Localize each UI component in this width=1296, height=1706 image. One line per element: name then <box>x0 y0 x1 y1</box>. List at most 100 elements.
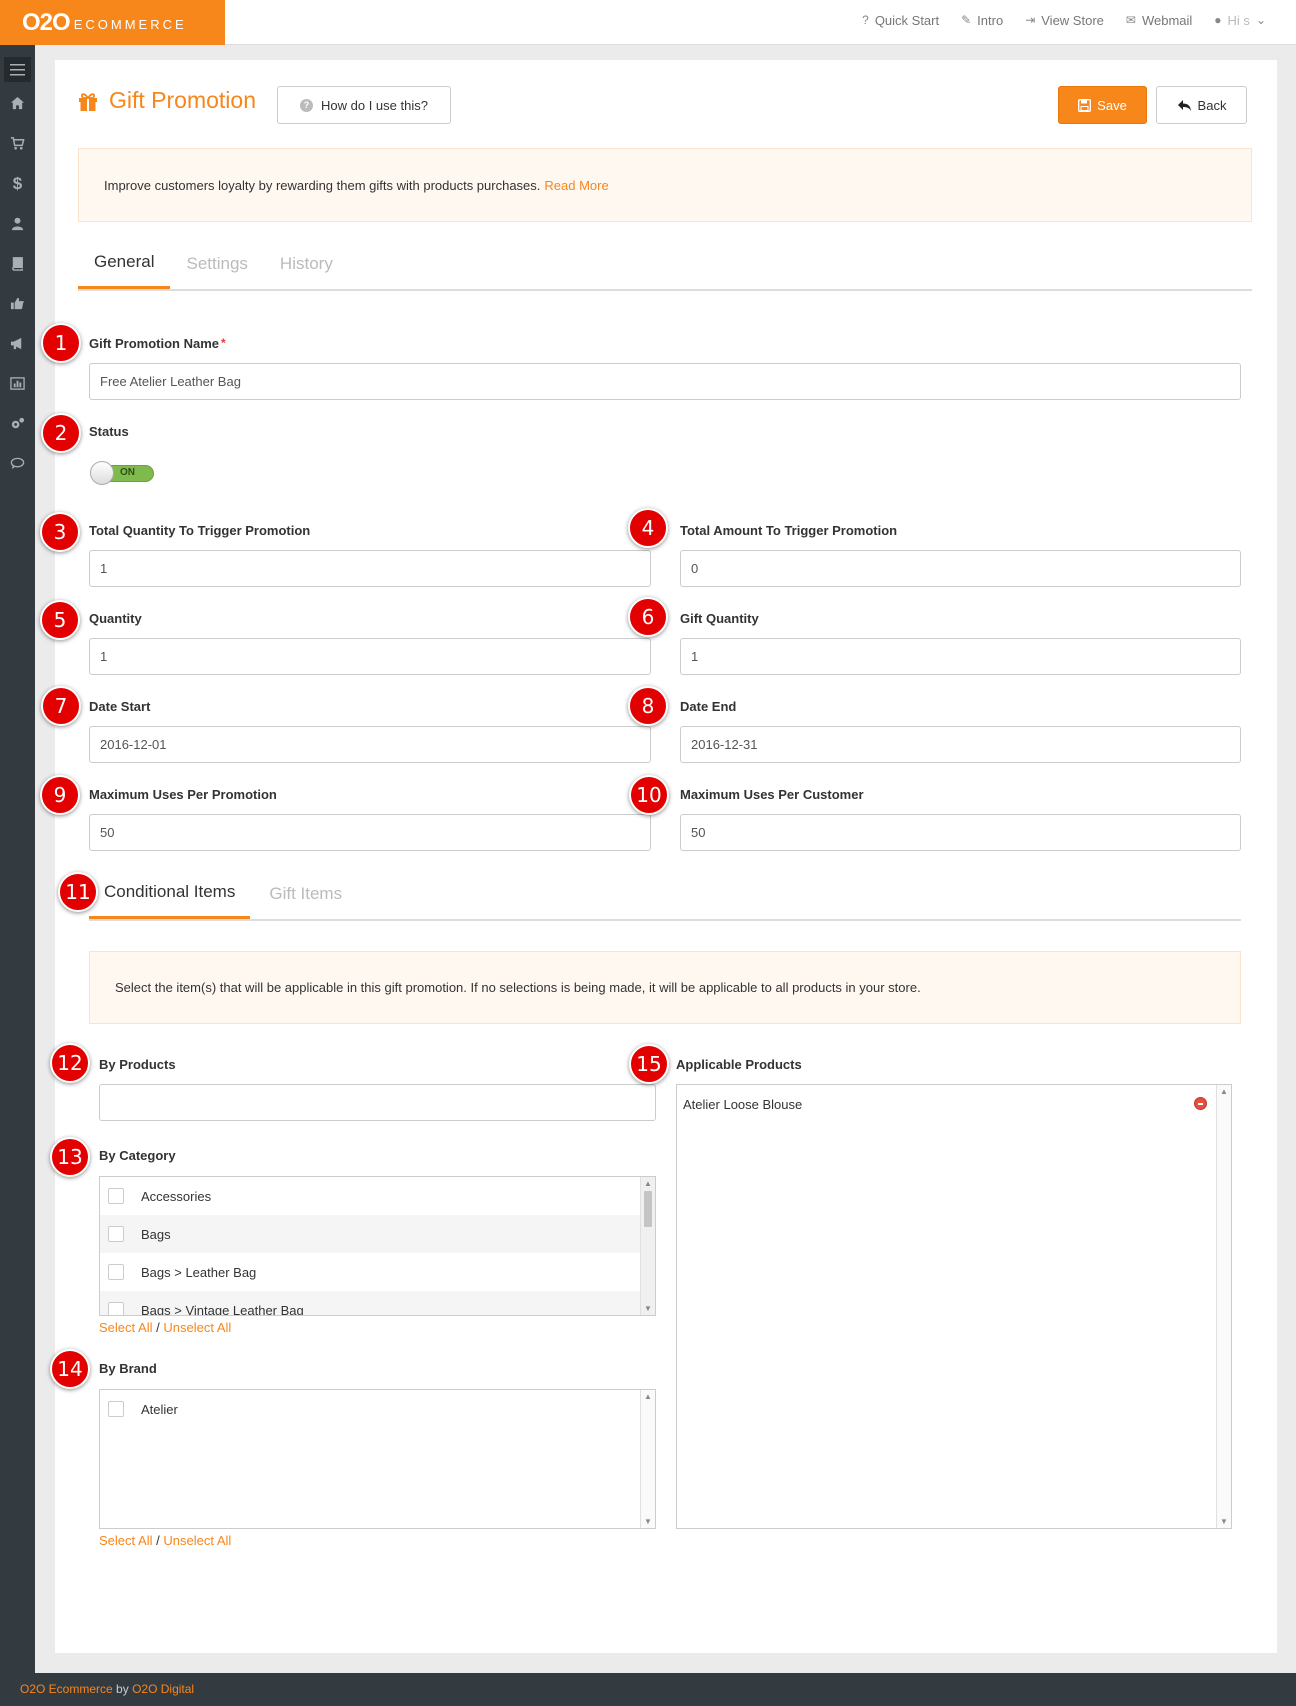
category-item[interactable]: Bags > Vintage Leather Bag <box>100 1291 655 1315</box>
brand-select-all-link[interactable]: Select All <box>99 1533 152 1548</box>
book-icon[interactable] <box>0 256 35 275</box>
hamburger-icon <box>10 63 25 75</box>
by-products-input[interactable] <box>99 1084 656 1121</box>
bar-chart-icon[interactable] <box>0 376 35 395</box>
save-button[interactable]: Save <box>1058 86 1147 124</box>
checkbox[interactable] <box>108 1226 124 1242</box>
category-unselect-all-link[interactable]: Unselect All <box>163 1320 231 1335</box>
applicable-products-list[interactable]: Atelier Loose Blouse ▲ ▼ <box>676 1084 1232 1529</box>
step-badge: 13 <box>50 1137 90 1177</box>
quantity-input[interactable]: 1 <box>89 638 651 675</box>
thumbs-up-icon[interactable] <box>0 296 35 315</box>
date-end-input[interactable]: 2016-12-31 <box>680 726 1241 763</box>
question-icon: ? <box>862 13 869 27</box>
category-label: Bags > Leather Bag <box>141 1264 257 1280</box>
bullhorn-icon[interactable] <box>0 336 35 355</box>
checkbox[interactable] <box>108 1264 124 1280</box>
intro-link[interactable]: ✎ Intro <box>961 13 1003 28</box>
help-button[interactable]: ? How do I use this? <box>277 86 451 124</box>
max-uses-customer-label: Maximum Uses Per Customer <box>680 787 864 802</box>
applicable-products-label: Applicable Products <box>676 1057 802 1072</box>
tab-gift-items[interactable]: Gift Items <box>250 868 361 919</box>
cart-icon[interactable] <box>0 136 35 155</box>
total-amount-input[interactable]: 0 <box>680 550 1241 587</box>
by-category-label: By Category <box>99 1148 176 1163</box>
help-button-label: How do I use this? <box>321 97 428 113</box>
total-quantity-input[interactable]: 1 <box>89 550 651 587</box>
scroll-up-icon[interactable]: ▲ <box>644 1392 652 1401</box>
toggle-state-label: ON <box>120 467 135 478</box>
main-tabs: General Settings History <box>78 238 1252 291</box>
top-nav: ? Quick Start ✎ Intro ⇥ View Store ✉ Web… <box>862 0 1266 40</box>
tab-history[interactable]: History <box>264 238 349 289</box>
logo-brand: O2O <box>22 8 71 36</box>
gift-promotion-name-label: Gift Promotion Name * <box>89 336 226 351</box>
step-badge: 15 <box>629 1044 669 1084</box>
category-item[interactable]: Bags > Leather Bag <box>100 1253 655 1291</box>
category-item[interactable]: Accessories <box>100 1177 655 1215</box>
view-store-link[interactable]: ⇥ View Store <box>1025 13 1104 28</box>
category-list[interactable]: Accessories Bags Bags > Leather Bag Bags… <box>99 1176 656 1316</box>
top-bar: O2O ECOMMERCE ? Quick Start ✎ Intro ⇥ Vi… <box>0 0 1296 45</box>
webmail-link[interactable]: ✉ Webmail <box>1126 13 1192 28</box>
applicable-scrollbar[interactable]: ▲ ▼ <box>1216 1085 1231 1528</box>
scroll-up-icon[interactable]: ▲ <box>1220 1087 1228 1096</box>
app-logo[interactable]: O2O ECOMMERCE <box>0 0 225 45</box>
view-store-label: View Store <box>1041 12 1104 28</box>
step-badge: 6 <box>628 597 668 637</box>
status-toggle[interactable]: ON <box>90 461 156 485</box>
brand-item[interactable]: Atelier <box>100 1390 655 1428</box>
tab-settings[interactable]: Settings <box>170 238 263 289</box>
category-scrollbar[interactable]: ▲ ▼ <box>640 1177 655 1315</box>
tab-conditional-items[interactable]: Conditional Items <box>89 868 251 919</box>
date-start-input[interactable]: 2016-12-01 <box>89 726 651 763</box>
intro-alert: Improve customers loyalty by rewarding t… <box>78 148 1252 222</box>
step-badge: 2 <box>41 413 81 453</box>
menu-toggle[interactable] <box>4 57 31 82</box>
footer: O2O Ecommerce by O2O Digital <box>0 1673 1296 1706</box>
read-more-link[interactable]: Read More <box>544 178 608 193</box>
scroll-thumb[interactable] <box>644 1191 652 1227</box>
footer-brand-link[interactable]: O2O Ecommerce <box>20 1682 113 1696</box>
date-start-label: Date Start <box>89 699 151 714</box>
gift-promotion-name-label-text: Gift Promotion Name <box>89 336 220 351</box>
quick-start-link[interactable]: ? Quick Start <box>862 13 939 28</box>
webmail-label: Webmail <box>1141 12 1193 28</box>
checkbox[interactable] <box>108 1188 124 1204</box>
checkbox[interactable] <box>108 1302 124 1315</box>
max-uses-promotion-input[interactable]: 50 <box>89 814 651 851</box>
scroll-down-icon[interactable]: ▼ <box>644 1517 652 1526</box>
back-button[interactable]: Back <box>1156 86 1247 124</box>
home-icon[interactable] <box>0 96 35 115</box>
user-icon[interactable] <box>0 216 35 235</box>
scroll-down-icon[interactable]: ▼ <box>644 1304 652 1313</box>
brand-list[interactable]: Atelier ▲ ▼ <box>99 1389 656 1529</box>
brand-unselect-all-link[interactable]: Unselect All <box>163 1533 231 1548</box>
required-asterisk: * <box>221 336 226 350</box>
logo-subtitle: ECOMMERCE <box>73 16 187 32</box>
max-uses-customer-input[interactable]: 50 <box>680 814 1241 851</box>
dollar-icon[interactable]: $ <box>0 174 35 194</box>
max-uses-promotion-label: Maximum Uses Per Promotion <box>89 787 277 802</box>
item-tabs: Conditional Items Gift Items <box>89 868 1241 921</box>
gift-quantity-input[interactable]: 1 <box>680 638 1241 675</box>
footer-company-link[interactable]: O2O Digital <box>132 1682 194 1696</box>
tab-general[interactable]: General <box>78 238 171 289</box>
category-item[interactable]: Bags <box>100 1215 655 1253</box>
remove-icon[interactable] <box>1194 1097 1207 1110</box>
checkbox[interactable] <box>108 1401 124 1417</box>
toggle-knob <box>90 461 114 485</box>
user-menu[interactable]: ● Hi s ⌄ <box>1214 13 1266 28</box>
gears-icon[interactable] <box>0 416 35 435</box>
gift-quantity-label: Gift Quantity <box>680 611 759 626</box>
quick-start-label: Quick Start <box>874 12 940 28</box>
scroll-down-icon[interactable]: ▼ <box>1220 1517 1228 1526</box>
by-brand-label: By Brand <box>99 1361 157 1376</box>
step-badge: 3 <box>40 512 80 552</box>
gift-promotion-name-input[interactable]: Free Atelier Leather Bag <box>89 363 1241 400</box>
comment-icon[interactable] <box>0 456 35 475</box>
step-badge: 12 <box>50 1043 90 1083</box>
scroll-up-icon[interactable]: ▲ <box>644 1179 652 1188</box>
brand-scrollbar[interactable]: ▲ ▼ <box>640 1390 655 1528</box>
category-select-all-link[interactable]: Select All <box>99 1320 152 1335</box>
